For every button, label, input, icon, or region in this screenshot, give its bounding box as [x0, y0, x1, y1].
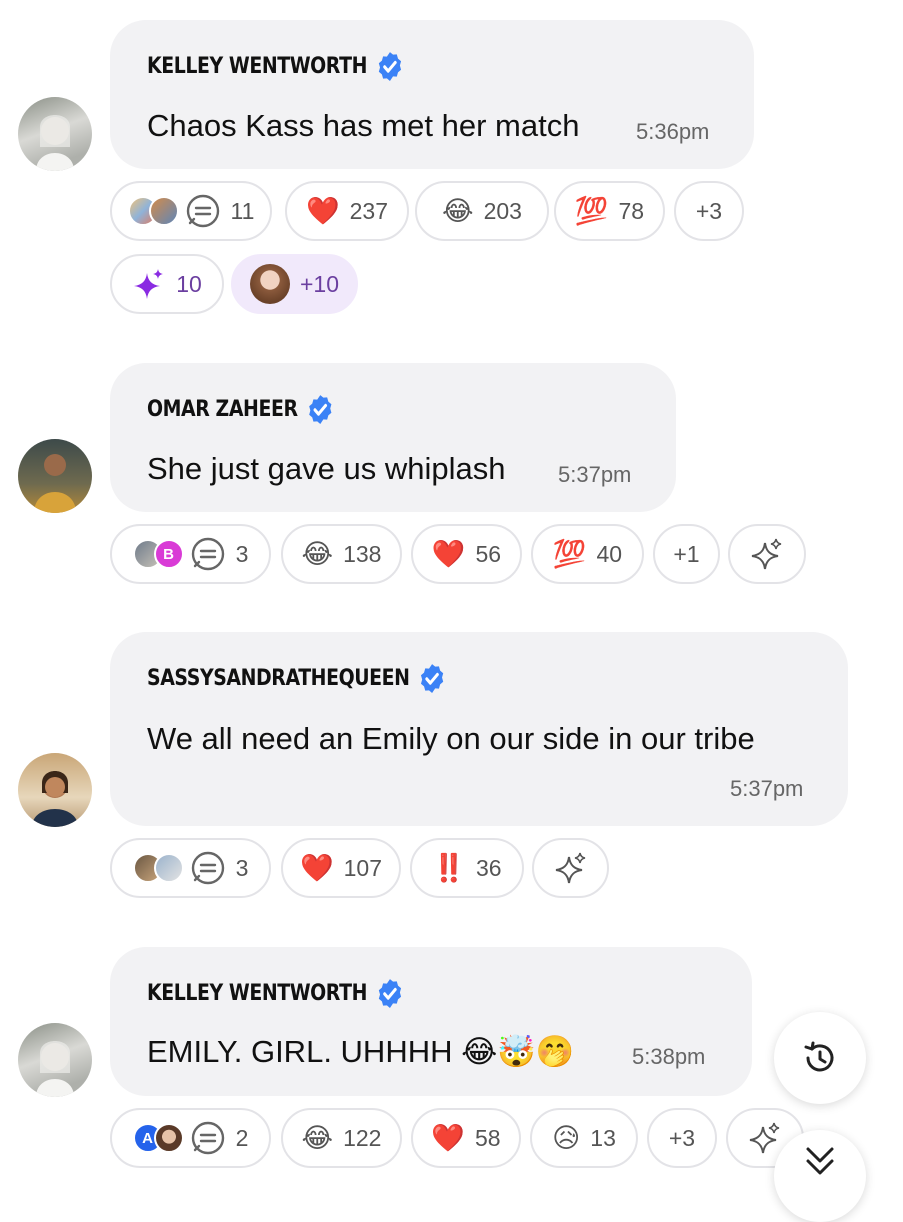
sad-relieved-emoji-icon: 😥 [552, 1122, 581, 1154]
reaction-sad[interactable]: 😥 13 [530, 1108, 638, 1168]
reply-count: 3 [235, 854, 249, 881]
add-reaction-button[interactable] [728, 524, 806, 584]
history-clock-icon [804, 1041, 834, 1072]
message-text: EMILY. GIRL. UHHHH 😂🤯🤭 [147, 1034, 575, 1069]
reaction-hundred[interactable]: 💯 40 [531, 524, 644, 584]
sparkle-count: 10 [176, 270, 202, 297]
avatar-sassysandrathequeen[interactable] [18, 753, 92, 827]
sparkle-icon [751, 538, 782, 570]
thread-bubble-icon [191, 1121, 224, 1155]
avatar-kelley-wentworth[interactable] [18, 97, 92, 171]
reactors-more-pill[interactable]: +10 [231, 254, 358, 314]
reaction-laugh[interactable]: 😂 122 [281, 1108, 402, 1168]
more-reactions-button[interactable]: +1 [653, 524, 720, 584]
thread-replies-pill[interactable]: A 2 [110, 1108, 271, 1168]
reply-count: 2 [235, 1124, 249, 1151]
reactor-avatar [153, 853, 184, 883]
author-name[interactable]: OMAR ZAHEER [147, 393, 335, 426]
reaction-heart[interactable]: ❤️ 58 [411, 1108, 521, 1168]
reaction-laugh[interactable]: 😂 203 [415, 181, 549, 241]
heart-icon: ❤️ [300, 852, 334, 884]
thread-bubble-icon [191, 851, 224, 885]
verified-badge-icon [378, 52, 401, 81]
thread-replies-pill[interactable]: 11 [110, 181, 272, 241]
verified-badge-icon [378, 979, 401, 1008]
message-bubble[interactable]: KELLEY WENTWORTH EMILY. GIRL. UHHHH 😂🤯🤭 … [110, 947, 752, 1096]
heart-icon: ❤️ [431, 1122, 466, 1154]
reaction-heart[interactable]: ❤️ 107 [281, 838, 401, 898]
sparkle-icon [134, 269, 164, 299]
scroll-to-bottom-button[interactable] [774, 1130, 866, 1222]
double-exclamation-icon: ‼️ [432, 852, 467, 884]
thread-bubble-icon [186, 194, 219, 228]
more-reactions-button[interactable]: +3 [647, 1108, 717, 1168]
message-bubble[interactable]: OMAR ZAHEER She just gave us whiplash 5:… [110, 363, 676, 512]
avatar-omar-zaheer[interactable] [18, 439, 92, 513]
thread-replies-pill[interactable]: 3 [110, 838, 271, 898]
author-name[interactable]: SASSYSANDRATHEQUEEN [147, 662, 447, 695]
hundred-icon: 💯 [574, 195, 609, 227]
heart-icon: ❤️ [306, 195, 340, 227]
history-button[interactable] [774, 1012, 866, 1104]
laughing-emoji-icon: 😂 [442, 195, 474, 227]
author-name[interactable]: KELLEY WENTWORTH [147, 50, 404, 83]
thread-bubble-icon [191, 537, 224, 571]
more-reactions-button[interactable]: +3 [674, 181, 744, 241]
reaction-heart[interactable]: ❤️ 237 [285, 181, 409, 241]
laughing-emoji-icon: 😂 [301, 1122, 334, 1154]
reactor-avatar [249, 264, 290, 304]
message-time: 5:38pm [632, 1044, 706, 1069]
reaction-hundred[interactable]: 💯 78 [554, 181, 665, 241]
reactor-avatar [148, 196, 179, 226]
heart-icon: ❤️ [431, 538, 466, 570]
message-bubble[interactable]: KELLEY WENTWORTH Chaos Kass has met her … [110, 20, 754, 169]
message-text: Chaos Kass has met her match [147, 108, 580, 143]
message-bubble[interactable]: SASSYSANDRATHEQUEEN We all need an Emily… [110, 632, 848, 826]
reaction-double-exclamation[interactable]: ‼️ 36 [410, 838, 524, 898]
avatar-kelley-wentworth[interactable] [18, 1023, 92, 1097]
verified-badge-icon [309, 395, 332, 424]
reply-count: 11 [230, 197, 255, 224]
reaction-heart[interactable]: ❤️ 56 [411, 524, 522, 584]
sparkle-reaction-pill[interactable]: 10 [110, 254, 224, 314]
verified-badge-icon [421, 664, 444, 693]
sparkle-icon [749, 1122, 780, 1154]
reactor-avatar [153, 1123, 184, 1153]
message-time: 5:37pm [558, 462, 632, 487]
reply-count: 3 [235, 540, 249, 567]
thread-replies-pill[interactable]: B 3 [110, 524, 271, 584]
message-text: We all need an Emily on our side in our … [147, 721, 755, 756]
author-name[interactable]: KELLEY WENTWORTH [147, 977, 404, 1010]
sparkle-icon [555, 852, 585, 884]
hundred-icon: 💯 [552, 538, 587, 570]
message-time: 5:37pm [730, 776, 804, 801]
laughing-emoji-icon: 😂 [301, 538, 334, 570]
chevron-double-down-icon [806, 1147, 834, 1175]
reactor-avatar-letter: B [153, 539, 184, 569]
message-time: 5:36pm [636, 119, 710, 144]
reaction-laugh[interactable]: 😂 138 [281, 524, 402, 584]
add-reaction-button[interactable] [532, 838, 609, 898]
message-text: She just gave us whiplash [147, 451, 506, 486]
